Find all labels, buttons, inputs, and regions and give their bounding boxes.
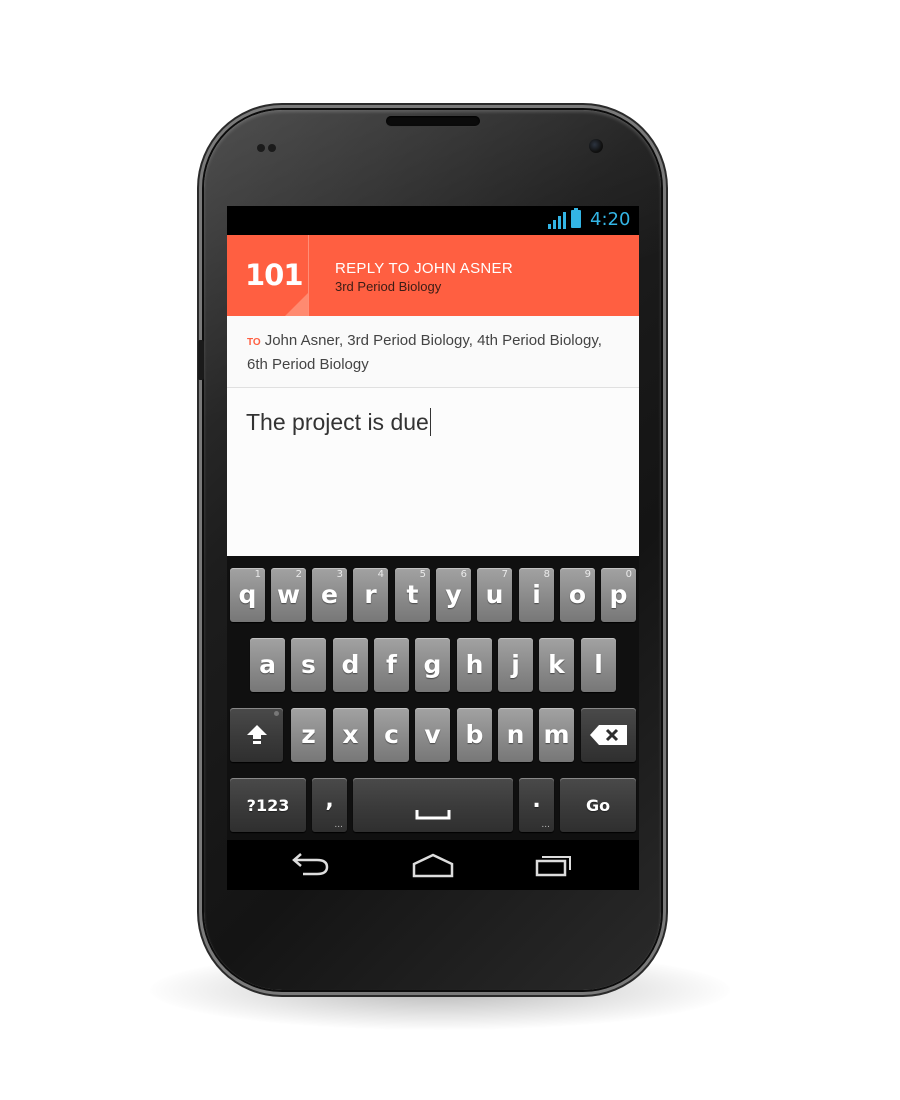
go-key[interactable]: Go [560,778,636,832]
key-x[interactable]: x [333,708,368,762]
key-d[interactable]: d [333,638,368,692]
message-text-wrapper: The project is due [246,408,431,436]
key-e[interactable]: 3e [312,568,347,622]
logo-fold [285,292,309,316]
app-logo-button[interactable]: 101 [227,235,309,316]
key-o[interactable]: 9o [560,568,595,622]
key-r[interactable]: 4r [353,568,388,622]
key-q[interactable]: 1q [230,568,265,622]
key-z[interactable]: z [291,708,326,762]
text-cursor [429,408,431,436]
backspace-key[interactable] [581,708,636,762]
app-logo: 101 [245,258,304,292]
space-bar-icon [415,810,451,820]
recipients-field[interactable]: TO John Asner, 3rd Period Biology, 4th Pe… [227,316,639,388]
battery-icon [571,208,581,228]
space-key[interactable] [353,778,513,832]
key-g[interactable]: g [415,638,450,692]
light-sensor [268,144,276,152]
key-f[interactable]: f [374,638,409,692]
page-title: REPLY TO JOHN ASNER [335,260,513,277]
key-l[interactable]: l [581,638,616,692]
to-label: TO [247,337,261,348]
page-subtitle: 3rd Period Biology [335,279,442,294]
message-input[interactable]: The project is due [227,388,639,556]
caps-indicator [274,711,279,716]
key-s[interactable]: s [291,638,326,692]
status-bar: 4:20 [227,206,639,235]
app-bar-divider [308,235,309,316]
proximity-sensor [257,144,265,152]
key-v[interactable]: v [415,708,450,762]
key-h[interactable]: h [457,638,492,692]
key-u[interactable]: 7u [477,568,512,622]
key-j[interactable]: j [498,638,533,692]
key-p[interactable]: 0p [601,568,636,622]
message-text: The project is due [246,409,429,435]
power-button [198,340,204,380]
key-a[interactable]: a [250,638,285,692]
key-y[interactable]: 6y [436,568,471,622]
earpiece [386,116,480,126]
symbols-key[interactable]: ?123 [230,778,306,832]
shift-key[interactable] [230,708,283,762]
navigation-bar [227,840,639,890]
key-w[interactable]: 2w [271,568,306,622]
key-k[interactable]: k [539,638,574,692]
key-i[interactable]: 8i [519,568,554,622]
period-key[interactable]: .... [519,778,554,832]
back-icon[interactable] [291,852,331,878]
shift-icon [247,725,267,744]
app-bar: 101 REPLY TO JOHN ASNER 3rd Period Biolo… [227,235,639,316]
recipients-value: John Asner, 3rd Period Biology, 4th Peri… [247,332,602,373]
backspace-icon [590,725,627,745]
keyboard: 1q 2w 3e 4r 5t 6y 7u 8i 9o 0p a s d f g … [227,556,639,840]
signal-icon [548,212,566,229]
front-camera [589,139,603,153]
key-m[interactable]: m [539,708,574,762]
screen: 4:20 101 REPLY TO JOHN ASNER 3rd Period … [227,206,639,890]
recent-apps-icon[interactable] [533,852,573,878]
status-time: 4:20 [590,209,631,230]
home-icon[interactable] [411,852,455,878]
key-n[interactable]: n [498,708,533,762]
comma-key[interactable]: ,... [312,778,347,832]
recipients-text: TO John Asner, 3rd Period Biology, 4th Pe… [247,330,617,376]
key-t[interactable]: 5t [395,568,430,622]
key-b[interactable]: b [457,708,492,762]
key-c[interactable]: c [374,708,409,762]
